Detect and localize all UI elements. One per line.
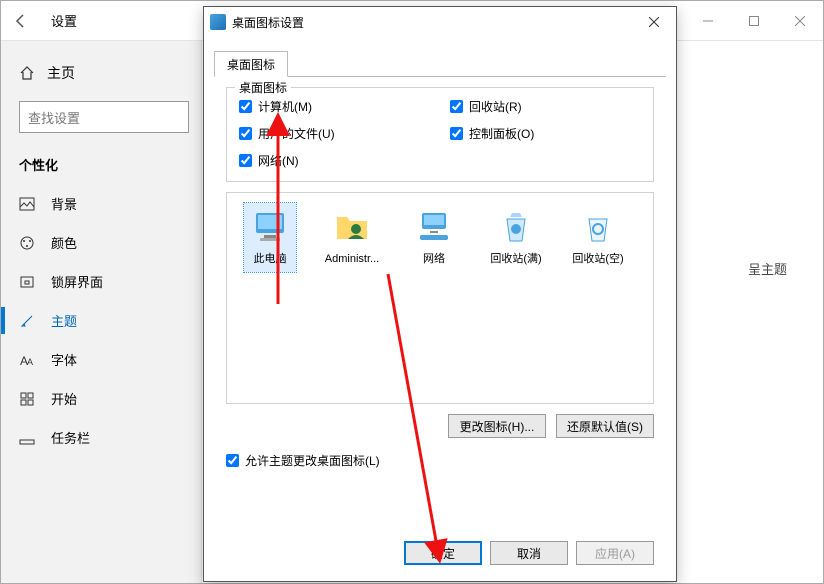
close-icon <box>649 17 659 27</box>
change-icon-button[interactable]: 更改图标(H)... <box>448 414 546 438</box>
tab-desktop-icons[interactable]: 桌面图标 <box>214 51 288 77</box>
font-icon: AA <box>19 352 35 368</box>
home-label: 主页 <box>47 63 75 83</box>
icon-recycle-full[interactable]: 回收站(满) <box>479 203 553 393</box>
checkbox-label: 回收站(R) <box>469 98 522 115</box>
cancel-button[interactable]: 取消 <box>490 541 568 565</box>
tab-strip: 桌面图标 <box>214 51 666 77</box>
nav-label: 锁屏界面 <box>51 272 103 291</box>
group-title: 桌面图标 <box>235 79 291 96</box>
section-personalization: 个性化 <box>1 147 201 184</box>
sidebar: 主页 查找设置 个性化 背景 颜色 锁屏界面 主题 <box>1 41 201 583</box>
checkbox-label: 网络(N) <box>258 152 299 169</box>
dialog-app-icon <box>210 14 226 30</box>
apply-button[interactable]: 应用(A) <box>576 541 654 565</box>
checkbox-input[interactable] <box>450 127 463 140</box>
ok-button[interactable]: 确定 <box>404 541 482 565</box>
checkbox-label: 用户的文件(U) <box>258 125 335 142</box>
dialog-close-button[interactable] <box>632 7 676 37</box>
search-input[interactable]: 查找设置 <box>19 101 189 133</box>
taskbar-icon <box>19 430 35 446</box>
icon-network[interactable]: 网络 <box>397 203 471 393</box>
settings-title: 设置 <box>51 11 77 30</box>
checkbox-input[interactable] <box>239 154 252 167</box>
sidebar-item-taskbar[interactable]: 任务栏 <box>1 418 201 457</box>
icon-label: 网络 <box>414 253 454 266</box>
search-placeholder: 查找设置 <box>28 108 80 127</box>
checkbox-userfiles[interactable]: 用户的文件(U) <box>239 125 430 142</box>
recycle-full-icon <box>496 207 536 247</box>
checkbox-input[interactable] <box>450 100 463 113</box>
checkbox-recycle[interactable]: 回收站(R) <box>450 98 641 115</box>
icon-this-pc[interactable]: 此电脑 <box>233 203 307 393</box>
lock-icon <box>19 274 35 290</box>
nav-label: 任务栏 <box>51 428 90 447</box>
recycle-empty-icon <box>578 207 618 247</box>
maximize-button[interactable] <box>731 1 777 41</box>
checkbox-input[interactable] <box>239 127 252 140</box>
checkbox-label: 控制面板(O) <box>469 125 534 142</box>
window-controls <box>685 1 823 41</box>
grid-icon <box>19 391 35 407</box>
checkbox-control[interactable]: 控制面板(O) <box>450 125 641 142</box>
maximize-icon <box>749 16 759 26</box>
brush-icon <box>19 313 35 329</box>
dialog-titlebar: 桌面图标设置 <box>204 7 676 37</box>
checkbox-input[interactable] <box>239 100 252 113</box>
arrow-left-icon <box>13 13 29 29</box>
minimize-button[interactable] <box>685 1 731 41</box>
sidebar-item-lockscreen[interactable]: 锁屏界面 <box>1 262 201 301</box>
checkbox-network[interactable]: 网络(N) <box>239 152 430 169</box>
sidebar-item-background[interactable]: 背景 <box>1 184 201 223</box>
allow-theme-checkbox[interactable]: 允许主题更改桌面图标(L) <box>226 452 654 469</box>
icon-label: Administr... <box>325 253 379 266</box>
minimize-icon <box>703 16 713 26</box>
image-icon <box>19 196 35 212</box>
desktop-icons-group: 桌面图标 计算机(M) 回收站(R) 用户的文件(U) 控制面板(O) 网络(N… <box>226 87 654 182</box>
restore-default-button[interactable]: 还原默认值(S) <box>556 414 654 438</box>
nav-label: 颜色 <box>51 233 77 252</box>
sidebar-item-start[interactable]: 开始 <box>1 379 201 418</box>
close-button[interactable] <box>777 1 823 41</box>
svg-text:A: A <box>27 357 33 367</box>
nav-label: 开始 <box>51 389 77 408</box>
dialog-footer: 确定 取消 应用(A) <box>404 541 654 565</box>
home-icon <box>19 65 35 81</box>
icon-label: 回收站(满) <box>490 253 541 266</box>
icon-label: 回收站(空) <box>572 253 623 266</box>
related-theme-text: 呈主题 <box>748 259 787 278</box>
user-folder-icon <box>332 207 372 247</box>
network-icon <box>414 207 454 247</box>
sidebar-item-themes[interactable]: 主题 <box>1 301 201 340</box>
checkbox-computer[interactable]: 计算机(M) <box>239 98 430 115</box>
sidebar-home[interactable]: 主页 <box>1 53 201 93</box>
nav-label: 主题 <box>51 311 77 330</box>
checkbox-input[interactable] <box>226 454 239 467</box>
checkbox-grid: 计算机(M) 回收站(R) 用户的文件(U) 控制面板(O) 网络(N) <box>239 98 641 169</box>
icon-label: 此电脑 <box>250 253 290 266</box>
icon-recycle-empty[interactable]: 回收站(空) <box>561 203 635 393</box>
back-button[interactable] <box>1 1 41 41</box>
nav-label: 字体 <box>51 350 77 369</box>
icon-user-files[interactable]: Administr... <box>315 203 389 393</box>
icon-preview-box: 此电脑 Administr... 网络 回收站(满) 回收站(空) <box>226 192 654 404</box>
dialog-title: 桌面图标设置 <box>232 14 304 31</box>
sidebar-item-colors[interactable]: 颜色 <box>1 223 201 262</box>
icon-button-row: 更改图标(H)... 还原默认值(S) <box>226 414 654 438</box>
close-icon <box>795 16 805 26</box>
checkbox-label: 计算机(M) <box>258 98 312 115</box>
desktop-icon-settings-dialog: 桌面图标设置 桌面图标 桌面图标 计算机(M) 回收站(R) 用户的文件(U) … <box>203 6 677 582</box>
sidebar-item-fonts[interactable]: AA 字体 <box>1 340 201 379</box>
nav-label: 背景 <box>51 194 77 213</box>
computer-icon <box>250 207 290 247</box>
palette-icon <box>19 235 35 251</box>
checkbox-label: 允许主题更改桌面图标(L) <box>245 452 380 469</box>
